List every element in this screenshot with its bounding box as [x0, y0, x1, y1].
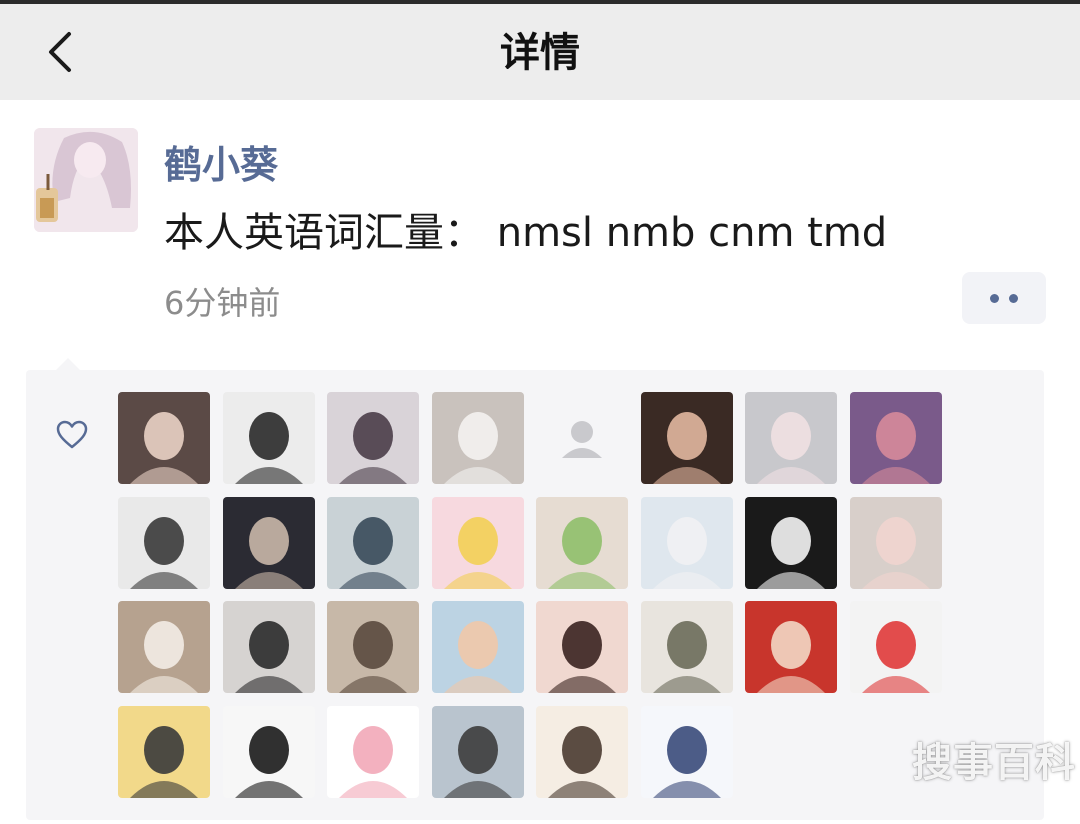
liker-avatar-10[interactable]	[222, 496, 315, 589]
liker-avatar-27[interactable]	[327, 705, 419, 798]
heart-icon	[56, 420, 88, 449]
liker-avatar-4[interactable]	[431, 392, 524, 484]
liker-avatar-17[interactable]	[118, 601, 210, 693]
liker-avatar-9[interactable]	[118, 496, 210, 589]
liker-avatar-16[interactable]	[849, 496, 942, 589]
more-actions-button[interactable]	[962, 272, 1046, 324]
more-dots-icon	[1009, 293, 1018, 303]
liker-avatar-24[interactable]	[849, 601, 942, 693]
more-dots-icon	[990, 293, 999, 303]
liker-avatar-14[interactable]	[640, 496, 733, 589]
liker-avatar-11[interactable]	[327, 496, 419, 589]
moment-post: 鹤小葵 本人英语词汇量： nmsl nmb cnm tmd 6分钟前	[0, 100, 1080, 824]
liker-avatar-7[interactable]	[745, 392, 837, 484]
liker-avatar-3[interactable]	[327, 392, 419, 484]
liker-avatar-26[interactable]	[222, 705, 315, 798]
liker-avatar-30[interactable]	[640, 705, 733, 798]
liker-avatar-6[interactable]	[640, 392, 733, 484]
liker-avatar-29[interactable]	[536, 705, 628, 798]
watermark: 搜事百科	[912, 740, 1076, 786]
author-name[interactable]: 鹤小葵	[164, 134, 278, 189]
liker-avatar-15[interactable]	[745, 496, 837, 589]
liker-avatar-5[interactable]	[536, 392, 628, 484]
navigation-bar: 详情	[0, 0, 1080, 100]
liker-avatar-2[interactable]	[222, 392, 315, 484]
likes-pointer	[56, 358, 80, 370]
liker-avatar-22[interactable]	[640, 601, 733, 693]
liker-avatar-19[interactable]	[327, 601, 419, 693]
liker-avatar-8[interactable]	[849, 392, 942, 484]
liker-avatar-13[interactable]	[536, 496, 628, 589]
liker-avatar-18[interactable]	[222, 601, 315, 693]
liker-avatar-28[interactable]	[431, 705, 524, 798]
liker-avatar-12[interactable]	[431, 496, 524, 589]
liker-avatar-21[interactable]	[536, 601, 628, 693]
liker-avatar-1[interactable]	[118, 392, 210, 484]
post-text: 本人英语词汇量： nmsl nmb cnm tmd	[164, 210, 888, 256]
author-avatar[interactable]	[34, 128, 138, 232]
author-avatar-image	[34, 128, 138, 232]
liker-avatar-23[interactable]	[745, 601, 837, 693]
liker-avatar-25[interactable]	[118, 705, 210, 798]
post-time: 6分钟前	[164, 284, 281, 322]
liker-avatar-20[interactable]	[431, 601, 524, 693]
likes-panel	[26, 370, 1044, 820]
page-title: 详情	[500, 30, 580, 76]
